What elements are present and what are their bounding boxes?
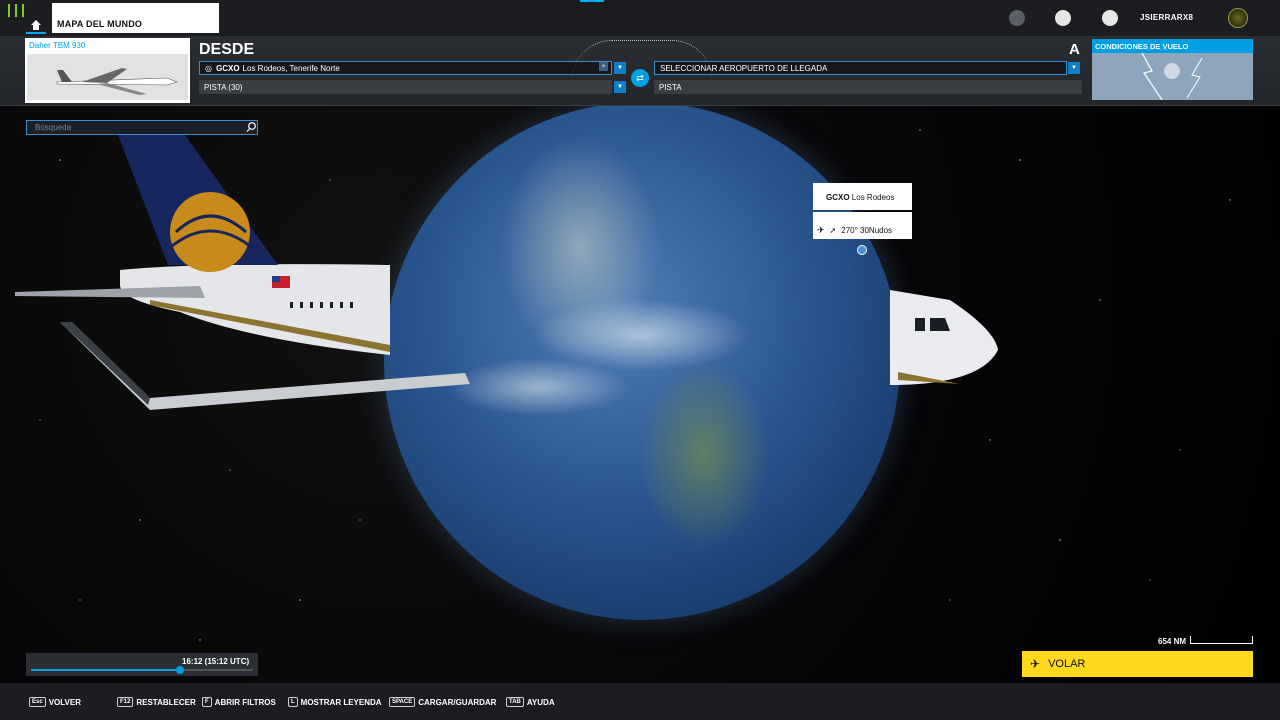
reset-action[interactable]: F12 RESTABLECER <box>117 697 196 707</box>
profile-icon[interactable] <box>1055 10 1071 26</box>
weather-title: CONDICIONES DE VUELO <box>1092 39 1253 53</box>
thunderstorm-icon <box>1092 53 1253 100</box>
airliner-illustration <box>15 135 998 410</box>
time-slider-thumb[interactable] <box>176 666 184 674</box>
back-action[interactable]: Esc VOLVER <box>29 697 81 707</box>
aircraft-name: Daher TBM 930 <box>29 41 85 50</box>
fly-button-label: VOLAR <box>1048 658 1086 670</box>
logo-bars-icon <box>8 4 24 17</box>
runway-icon: ✈ <box>817 224 825 235</box>
show-legend-action[interactable]: L MOSTRAR LEYENDA <box>288 697 382 707</box>
action-label: ABRIR FILTROS <box>214 697 276 707</box>
time-label: 16:12 (15:12 UTC) <box>182 657 250 666</box>
takeoff-icon: ✈ <box>1030 657 1041 671</box>
search-icon[interactable] <box>246 121 257 133</box>
aircraft-brand: Daher <box>29 41 51 50</box>
action-label: MOSTRAR LEYENDA <box>300 697 382 707</box>
home-icon <box>31 20 41 30</box>
departure-airport-name: Los Rodeos, Tenerife Norte <box>242 63 340 73</box>
tooltip-wind: ✈ ➚ 270° 30Nudos <box>813 212 912 239</box>
arrival-airport-placeholder: SELECCIONAR AEROPUERTO DE LLEGADA <box>660 63 828 73</box>
key-hint: F <box>202 697 212 707</box>
open-filters-action[interactable]: F ABRIR FILTROS <box>202 697 276 707</box>
key-hint: L <box>288 697 298 707</box>
help-action[interactable]: TAB AYUDA <box>506 697 555 707</box>
aircraft-thumbnail <box>27 54 188 100</box>
notifications-icon[interactable] <box>1102 10 1118 26</box>
departure-runway-field[interactable]: PISTA (30) <box>199 80 612 94</box>
tooltip-airport-code: GCXO <box>826 193 850 202</box>
key-hint: TAB <box>506 697 524 707</box>
time-slider-fill <box>31 669 180 671</box>
key-hint: Esc <box>29 697 46 707</box>
arrival-title: A <box>1069 41 1080 58</box>
load-save-action[interactable]: SPACE CARGAR/GUARDAR <box>389 697 496 707</box>
action-label: RESTABLECER <box>136 697 196 707</box>
airport-location-icon: ◎ <box>205 63 212 73</box>
top-accent-line <box>580 0 604 2</box>
wind-arrow-icon: ➚ <box>829 225 837 235</box>
runway-dropdown-button[interactable]: ▼ <box>614 81 626 93</box>
map-scale-label: 654 NM <box>1158 637 1187 646</box>
tab-world-map[interactable]: MAPA DEL MUNDO <box>52 3 219 33</box>
tooltip-airport: GCXO Los Rodeos <box>813 183 912 210</box>
action-label: VOLVER <box>48 697 81 707</box>
arrival-runway-field[interactable]: PISTA <box>654 80 1082 94</box>
arrival-dropdown-button[interactable]: ▼ <box>1068 62 1080 74</box>
key-hint: SPACE <box>389 697 416 707</box>
username-label[interactable]: JSIERRARX8 <box>1140 13 1193 22</box>
friends-icon[interactable] <box>1009 10 1025 26</box>
departure-runway-value: PISTA (30) <box>204 82 243 92</box>
aircraft-selector[interactable]: Daher TBM 930 <box>25 38 190 103</box>
map-scale-bar <box>1190 636 1253 644</box>
key-hint: F12 <box>117 697 134 707</box>
avatar[interactable] <box>1228 8 1248 28</box>
arrival-runway-value: PISTA <box>659 82 682 92</box>
home-button[interactable] <box>26 16 46 34</box>
tooltip-wind-value: 270° 30Nudos <box>841 225 893 235</box>
departure-airport-code: GCXO <box>215 63 240 73</box>
aircraft-model: TBM 930 <box>52 41 86 50</box>
swap-airports-button[interactable]: ⇄ <box>631 69 649 87</box>
action-label: CARGAR/GUARDAR <box>418 697 497 707</box>
departure-title: DESDE <box>199 41 255 58</box>
departure-airport-field[interactable]: ◎ GCXO Los Rodeos, Tenerife Norte <box>199 61 612 75</box>
search-input[interactable]: Búsqueda <box>26 120 258 135</box>
airport-marker-icon[interactable] <box>857 245 867 255</box>
arrival-airport-field[interactable]: SELECCIONAR AEROPUERTO DE LLEGADA <box>654 61 1067 75</box>
fly-button[interactable]: ✈ VOLAR <box>1022 651 1253 677</box>
weather-conditions-card[interactable]: CONDICIONES DE VUELO <box>1092 39 1253 100</box>
tooltip-airport-name: Los Rodeos <box>851 193 895 202</box>
airport-tooltip[interactable]: GCXO Los Rodeos ✈ ➚ 270° 30Nudos <box>813 183 912 239</box>
action-label: AYUDA <box>526 697 555 707</box>
